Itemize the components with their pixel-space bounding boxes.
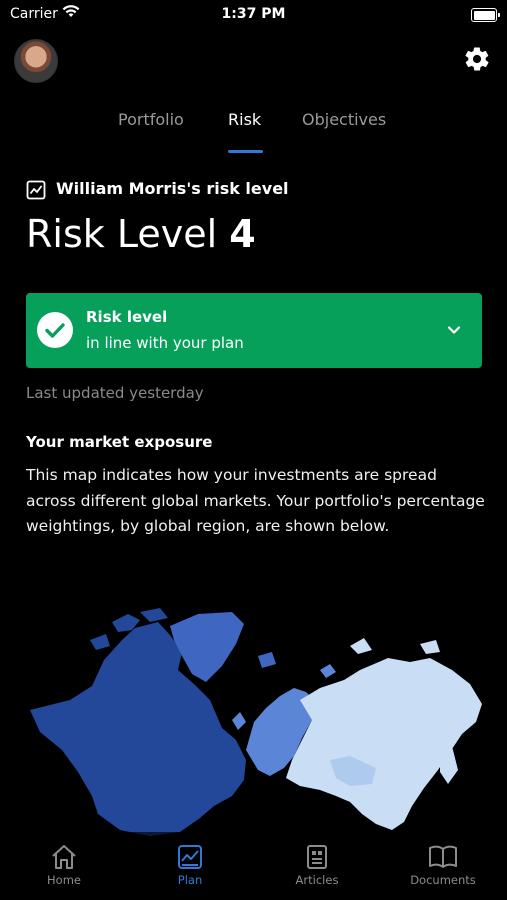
tabbar-home-label: Home (47, 873, 81, 887)
market-exposure-title: Your market exposure (26, 433, 213, 451)
line-chart-icon (26, 180, 46, 200)
battery-icon (471, 8, 500, 22)
articles-icon (307, 845, 327, 869)
status-bar: Carrier 1:37 PM (0, 0, 507, 30)
bottom-tab-bar: Home Plan Articles Documents (0, 832, 507, 900)
plan-chart-icon (178, 845, 202, 869)
clock-label: 1:37 PM (221, 6, 286, 22)
tab-risk[interactable]: Risk (228, 110, 261, 129)
tabbar-documents-label: Documents (410, 873, 476, 887)
tabbar-plan[interactable]: Plan (140, 844, 240, 887)
risk-level-value: 4 (229, 212, 256, 256)
checkmark-icon (37, 312, 73, 348)
last-updated-label: Last updated yesterday (26, 384, 204, 402)
tabbar-home[interactable]: Home (14, 844, 114, 887)
gear-icon[interactable] (463, 45, 491, 73)
segment-tabs: Portfolio Risk Objectives (0, 110, 507, 153)
tabbar-articles[interactable]: Articles (267, 844, 367, 887)
risk-level-prefix: Risk Level (26, 212, 218, 256)
risk-status-card[interactable]: Risk level in line with your plan (26, 293, 482, 368)
tabbar-articles-label: Articles (295, 873, 339, 887)
risk-card-title: Risk level (86, 308, 168, 326)
tab-objectives[interactable]: Objectives (302, 110, 386, 129)
world-exposure-map (30, 608, 482, 836)
tab-portfolio[interactable]: Portfolio (118, 110, 184, 129)
avatar[interactable] (14, 39, 58, 83)
home-icon (52, 845, 76, 869)
risk-card-subtitle: in line with your plan (86, 334, 244, 352)
risk-heading-label: William Morris's risk level (56, 179, 289, 198)
chevron-down-icon[interactable] (446, 322, 462, 338)
documents-icon (429, 845, 457, 868)
map-region-greenland (170, 612, 244, 682)
active-tab-indicator (228, 150, 263, 153)
map-region-asia (286, 658, 482, 830)
market-exposure-description: This map indicates how your investments … (26, 466, 485, 535)
tabbar-documents[interactable]: Documents (393, 844, 493, 887)
tabbar-plan-label: Plan (177, 873, 203, 887)
risk-level-title: Risk Level 4 (26, 212, 256, 256)
